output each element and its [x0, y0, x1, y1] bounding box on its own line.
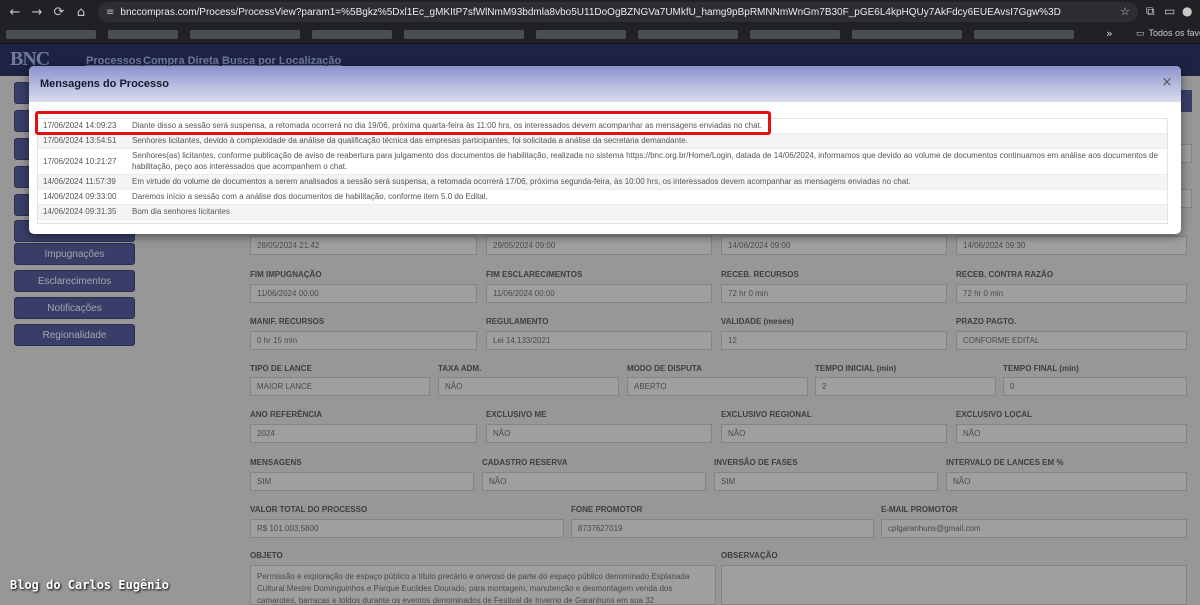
message-text: Daremos início a sessão com a análise do…: [132, 192, 488, 201]
modal-title: Mensagens do Processo: [40, 78, 169, 90]
message-text: Em virtude do volume de documentos a ser…: [132, 177, 911, 186]
blog-watermark: Blog do Carlos Eugênio: [10, 578, 169, 592]
bookmarks-overflow-icon[interactable]: »: [1106, 27, 1113, 40]
site-info-icon[interactable]: ≡: [106, 7, 114, 18]
message-row: 14/06/2024 09:31:35 Bom dia senhores lic…: [38, 205, 1167, 220]
url-text: bnccompras.com/Process/ProcessView?param…: [120, 6, 1061, 18]
address-bar[interactable]: ≡ bnccompras.com/Process/ProcessView?par…: [98, 2, 1138, 22]
close-icon[interactable]: ×: [1159, 75, 1175, 91]
messages-modal: Mensagens do Processo × 17/06/2024 14:09…: [29, 66, 1181, 234]
folder-icon: ▭: [1136, 28, 1145, 38]
bookmark-blurred[interactable]: [852, 30, 962, 39]
message-row: 14/06/2024 09:33:00 Daremos início a ses…: [38, 190, 1167, 205]
bookmarks-bar: » ▭ Todos os favoritos: [0, 24, 1200, 44]
message-date: 17/06/2024 13:54:51: [43, 136, 117, 145]
message-row: 17/06/2024 13:54:51 Senhores licitantes,…: [38, 134, 1167, 149]
bookmark-blurred[interactable]: [190, 30, 300, 39]
bookmark-blurred[interactable]: [404, 30, 524, 39]
message-date: 14/06/2024 09:31:35: [43, 207, 117, 216]
bookmark-blurred[interactable]: [974, 30, 1074, 39]
modal-header: Mensagens do Processo ×: [29, 66, 1181, 102]
forward-icon[interactable]: →: [26, 5, 48, 20]
extensions-icon[interactable]: ⧉: [1146, 4, 1155, 19]
bookmark-blurred[interactable]: [108, 30, 178, 39]
all-bookmarks-label: Todos os favoritos: [1148, 28, 1200, 38]
message-text: Senhores(as) licitantes, conforme public…: [132, 151, 1158, 171]
message-date: 17/06/2024 10:21:27: [43, 156, 117, 166]
home-icon[interactable]: ⌂: [70, 5, 92, 20]
message-text: Senhores licitantes, devido à complexida…: [132, 136, 688, 145]
profile-avatar-icon[interactable]: ●: [1182, 4, 1192, 18]
sidepanel-icon[interactable]: ▭: [1164, 4, 1175, 18]
bookmark-blurred[interactable]: [750, 30, 840, 39]
bookmark-blurred[interactable]: [536, 30, 626, 39]
bookmark-blurred[interactable]: [638, 30, 738, 39]
highlight-annotation-box: [35, 111, 771, 135]
bookmark-blurred[interactable]: [312, 30, 392, 39]
back-icon[interactable]: ←: [4, 5, 26, 20]
browser-toolbar: ← → ⟳ ⌂ ≡ bnccompras.com/Process/Process…: [0, 0, 1200, 24]
reload-icon[interactable]: ⟳: [48, 5, 70, 20]
bookmark-star-icon[interactable]: ☆: [1120, 5, 1130, 18]
message-date: 14/06/2024 11:57:39: [43, 177, 116, 186]
message-row: 14/06/2024 11:57:39 Em virtude do volume…: [38, 175, 1167, 190]
message-row: 17/06/2024 10:21:27 Senhores(as) licitan…: [38, 149, 1167, 175]
all-bookmarks-folder[interactable]: ▭ Todos os favoritos: [1136, 28, 1200, 39]
message-text: Bom dia senhores licitantes: [132, 207, 230, 216]
bookmark-blurred[interactable]: [6, 30, 96, 39]
message-date: 14/06/2024 09:33:00: [43, 192, 117, 201]
